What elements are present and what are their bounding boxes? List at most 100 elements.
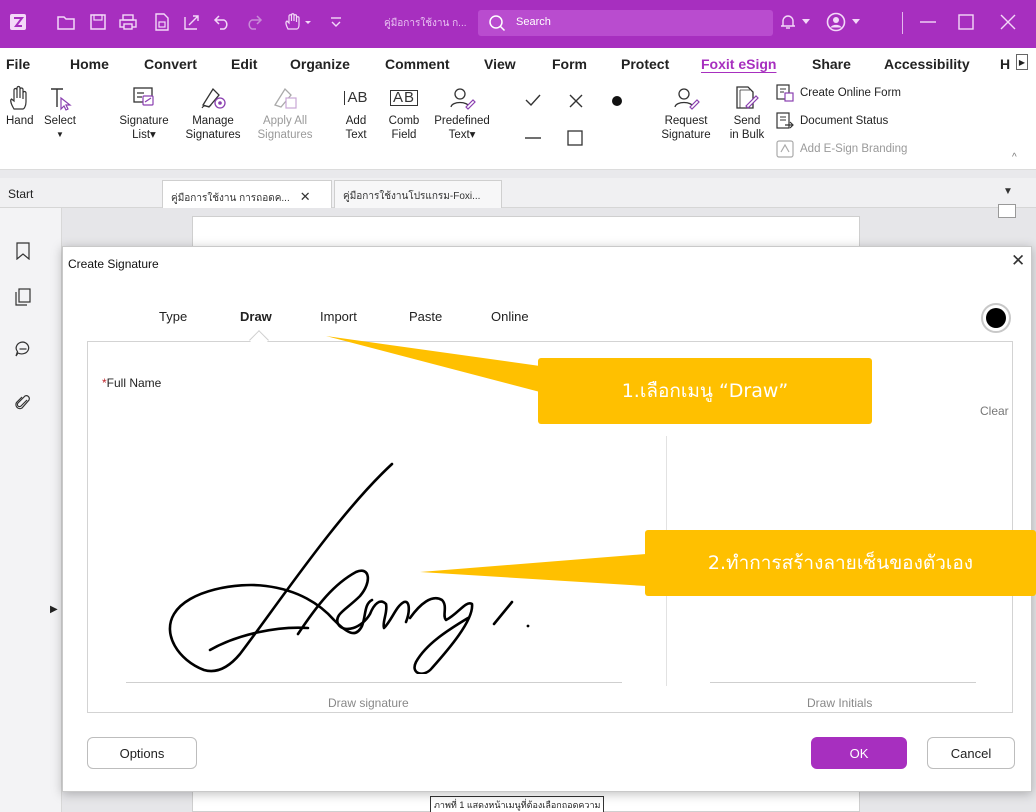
select-tool-button[interactable]: Select ▼ (42, 82, 78, 142)
document-status-button[interactable]: Document Status (776, 112, 888, 130)
tab-document-2[interactable]: คู่มือการใช้งานโปรแกรม-Foxi... (334, 180, 502, 208)
select-dropdown-icon: ▼ (56, 130, 64, 139)
redo-icon[interactable] (244, 12, 264, 32)
menu-scroll-right-icon[interactable]: ▶ (1016, 54, 1028, 70)
hand-tool-dropdown-icon[interactable] (282, 12, 318, 32)
tab-paste[interactable]: Paste (409, 309, 442, 324)
menu-foxit-esign[interactable]: Foxit eSign (701, 56, 776, 72)
expand-panel-icon[interactable]: ▶ (50, 604, 58, 615)
comb-field-label-2: Field (391, 129, 417, 141)
ok-button[interactable]: OK (811, 737, 907, 769)
full-name-label: *Full Name (102, 376, 162, 390)
cancel-button[interactable]: Cancel (927, 737, 1015, 769)
scroll-thumb[interactable] (998, 204, 1016, 218)
apply-all-label-1: Apply All (262, 115, 308, 127)
menu-home[interactable]: Home (70, 56, 109, 72)
minimize-icon[interactable] (918, 12, 938, 32)
add-esign-branding-button[interactable]: Add E-Sign Branding (776, 140, 907, 158)
menu-comment[interactable]: Comment (385, 56, 450, 72)
menu-share[interactable]: Share (812, 56, 851, 72)
manage-signatures-label-1: Manage (192, 115, 234, 127)
add-text-button[interactable]: AB Add Text (336, 82, 376, 142)
attachment-icon[interactable] (12, 392, 34, 414)
menu-file[interactable]: File (6, 56, 30, 72)
document-status-label: Document Status (800, 115, 889, 127)
close-tab-icon[interactable]: ✕ (300, 189, 311, 204)
apply-all-signatures-icon (252, 82, 318, 114)
hand-tool-button[interactable]: Hand (6, 82, 34, 128)
options-button[interactable]: Options (87, 737, 197, 769)
menu-protect[interactable]: Protect (621, 56, 669, 72)
tab-draw[interactable]: Draw (240, 309, 272, 324)
cross-mark-icon[interactable] (568, 93, 584, 109)
menu-bar: File Home Convert Edit Organize Comment … (0, 48, 1036, 78)
menu-edit[interactable]: Edit (231, 56, 257, 72)
notification-dropdown-icon[interactable] (800, 12, 812, 32)
draw-signature-label: Draw signature (328, 696, 409, 710)
print-icon[interactable] (118, 12, 138, 32)
ink-color-picker[interactable] (981, 303, 1011, 333)
collapse-ribbon-icon[interactable]: ^ (1012, 152, 1017, 163)
hand-label: Hand (6, 115, 34, 127)
notification-bell-icon[interactable] (778, 12, 798, 32)
save-icon[interactable] (88, 12, 108, 32)
tab-start[interactable]: Start (0, 180, 160, 208)
tab-import[interactable]: Import (320, 309, 357, 324)
menu-view[interactable]: View (484, 56, 516, 72)
send-in-bulk-button[interactable]: Send in Bulk (724, 82, 770, 142)
comments-icon[interactable] (12, 338, 34, 360)
menu-form[interactable]: Form (552, 56, 587, 72)
signature-list-button[interactable]: Signature List▾ (116, 82, 172, 142)
left-navigation-panel: ▶ (0, 208, 62, 812)
menu-organize[interactable]: Organize (290, 56, 350, 72)
maximize-icon[interactable] (956, 12, 976, 32)
predefined-text-button[interactable]: Predefined Text▾ (430, 82, 494, 142)
tab-online[interactable]: Online (491, 309, 529, 324)
add-text-label-1: Add (345, 115, 367, 127)
add-esign-branding-label: Add E-Sign Branding (800, 143, 908, 155)
clear-button[interactable]: Clear (980, 404, 1009, 418)
open-folder-icon[interactable] (56, 12, 76, 32)
apply-all-signatures-button[interactable]: Apply All Signatures (252, 82, 318, 142)
account-dropdown-icon[interactable] (850, 12, 862, 32)
tab-bar: Start คู่มือการใช้งาน การถอดค... ✕ คู่มือ… (0, 178, 1036, 208)
document-status-icon (776, 112, 794, 129)
menu-accessibility[interactable]: Accessibility (884, 56, 970, 72)
tab-list-dropdown-icon[interactable]: ▼ (1003, 186, 1013, 197)
bookmark-icon[interactable] (12, 240, 34, 262)
add-text-label-2: Text (345, 129, 367, 141)
request-signature-button[interactable]: Request Signature (658, 82, 714, 142)
create-online-form-label: Create Online Form (800, 87, 901, 99)
hand-icon (6, 82, 32, 114)
tab-start-label: Start (8, 187, 34, 201)
menu-convert[interactable]: Convert (144, 56, 197, 72)
user-account-icon[interactable] (826, 12, 846, 32)
menu-help[interactable]: H (1000, 56, 1010, 72)
create-online-form-button[interactable]: Create Online Form (776, 84, 901, 102)
checkmark-icon[interactable] (524, 92, 542, 108)
close-window-icon[interactable] (998, 12, 1018, 32)
dialog-close-icon[interactable]: ✕ (1011, 251, 1025, 271)
tab-document-1[interactable]: คู่มือการใช้งาน การถอดค... ✕ (162, 180, 332, 208)
signature-list-label-1: Signature (119, 115, 169, 127)
pages-thumbnail-icon[interactable] (12, 286, 34, 308)
undo-icon[interactable] (212, 12, 232, 32)
new-document-icon[interactable] (152, 12, 172, 32)
search-input[interactable]: Search (478, 10, 773, 36)
comb-field-button[interactable]: AB Comb Field (382, 82, 426, 142)
request-signature-label-1: Request (664, 115, 708, 127)
dot-icon[interactable] (611, 95, 623, 107)
tab-type[interactable]: Type (159, 309, 187, 324)
create-signature-dialog: Create Signature ✕ Type Draw Import Past… (62, 246, 1032, 792)
select-label: Select (44, 115, 76, 127)
dialog-title: Create Signature (68, 257, 159, 271)
initials-baseline (710, 682, 976, 683)
customize-toolbar-icon[interactable] (326, 12, 346, 32)
box-icon[interactable] (567, 130, 583, 146)
predefined-text-icon (430, 82, 494, 114)
request-signature-icon (658, 82, 714, 114)
manage-signatures-button[interactable]: Manage Signatures (180, 82, 246, 142)
export-icon[interactable] (182, 12, 202, 32)
line-icon[interactable] (524, 136, 542, 140)
signature-list-icon (116, 82, 172, 114)
